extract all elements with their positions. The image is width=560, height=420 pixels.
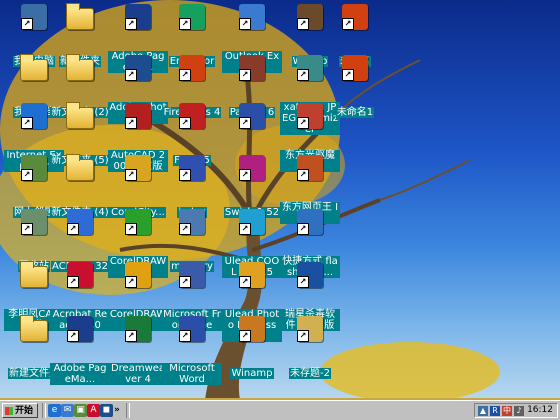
winzip-icon [297,4,323,30]
start-button[interactable]: 开始 [2,403,38,418]
cd-magic-icon [297,103,323,129]
winamp-icon [239,316,265,342]
memory-icon [179,209,205,235]
acdsee-icon [67,209,93,235]
coreldraw-10-icon [125,209,151,235]
adobe-pagemaker-icon [67,316,93,342]
taskbar: 开始 e ✉ ▣ A ◼ » ▲ R 中 ♪ 16:12 [0,400,560,420]
dreamweaver-icon [125,316,151,342]
new-folder-icon [66,3,94,30]
antivirus-tray-icon[interactable]: R [490,406,500,416]
desktop-icon-label: 未存题-2 [289,368,331,379]
desktop-icon-label: Microsoft Word [162,363,222,385]
acrobat-quicklaunch-icon[interactable]: A [87,404,100,417]
untitled-icon [342,4,368,30]
new-folder-5-icon [66,102,94,129]
desktop-icon[interactable]: Ulead COOL 3D 3.5 [222,209,282,278]
desktop-icon[interactable]: 新文件夹 (5) [50,102,110,166]
desktop-icon-label: 未命名1 [335,107,375,118]
new-folder-2-icon [66,54,94,81]
desktop-icon[interactable]: EnVector [162,4,222,67]
desktop-icon[interactable]: Dreamweaver 4 [108,316,168,385]
desktop-icon[interactable]: Acrobat Reader 4.0 [50,262,110,331]
desktop-icon[interactable]: ACDSee 32 [50,209,110,272]
desktop-icon-label: Dreamweaver 4 [108,363,168,385]
envector-icon [179,4,205,30]
fireworks-icon [179,55,205,81]
start-label: 开始 [15,406,34,416]
desktop-icon[interactable]: Microsoft FrontPage [162,262,222,331]
desktop-icon[interactable]: Microsoft Word [162,316,222,385]
recycle-bin-icon [21,209,47,235]
outlook-express-icon [239,4,265,30]
desktop-icon[interactable]: CorelCity... [108,155,168,218]
network-neighborhood-icon [21,155,47,181]
adobe-pagemaker-icon [125,4,151,30]
internet-explorer-icon [21,103,47,129]
show-desktop-icon[interactable]: ▣ [74,404,87,417]
jpeg-optimizer-icon [297,55,323,81]
acrobat-reader-icon [67,262,93,288]
index-icon [179,155,205,181]
photo-quicklaunch-icon[interactable]: ◼ [100,404,113,417]
rising-antivirus-icon [297,262,323,288]
ie-quicklaunch-icon[interactable]: e [48,404,61,417]
desktop-icon[interactable]: 未存题-2 [280,316,340,379]
desktop-icon[interactable]: Winamp [222,316,282,379]
new-folder-4-icon [66,154,94,181]
desktop: 我的电脑我的文档Internet Explorer网上邻居回收站李明凤CAD作业… [0,0,560,400]
desktop-icon[interactable]: 瑞星杀毒软件 2001版 [280,262,340,331]
coreldraw-9-icon [125,262,151,288]
desktop-icon[interactable]: CorelDRAW 10 [108,209,168,278]
untitled-2-icon [297,316,323,342]
desktop-icon-label: Winamp [230,368,274,379]
new-folder-icon [20,315,48,342]
desktop-icon[interactable]: rxx [222,103,282,166]
desktop-icon[interactable]: Swish 1.52 [222,155,282,218]
untitled-1-icon [342,55,368,81]
desktop-icon[interactable]: 新文件夹 [50,3,110,67]
desktop-icon[interactable]: 未命名 [325,4,385,67]
taskbar-separator [126,403,130,418]
adobe-photoshop-icon [125,55,151,81]
desktop-icon[interactable]: CorelDRAW 9 [108,262,168,331]
swish-icon [239,155,265,181]
desktop-icon[interactable]: memory [162,209,222,272]
ulead-photo-express-icon [239,262,265,288]
my-computer-icon [21,4,47,30]
desktop-icon[interactable]: 快捷方式 flashempi... [280,209,340,278]
desktop-icon[interactable]: Adobe PageMa... [50,316,110,385]
outlook-quicklaunch-icon[interactable]: ✉ [61,404,74,417]
my-documents-icon [20,54,48,81]
rxx-word-doc-icon [239,103,265,129]
autocad-icon [125,103,151,129]
ulead-cool3d-icon [239,209,265,235]
desktop-icon[interactable]: Flash 5 [162,103,222,166]
taskbar-separator [42,403,46,418]
painter-icon [239,55,265,81]
word-icon [179,316,205,342]
desktop-icon[interactable]: 东方网页王 III [280,155,340,224]
network-tray-icon[interactable]: ▲ [478,406,488,416]
flash-icon [179,103,205,129]
web-king-icon [297,155,323,181]
ime-tray-icon[interactable]: 中 [502,406,512,416]
quicklaunch-chevron[interactable]: » [114,404,120,417]
desktop-icon-label: Adobe PageMa... [50,363,110,385]
desktop-icon[interactable]: 新文件夹 (4) [50,154,110,218]
desktop-icon[interactable]: Outlook Express [222,4,282,73]
desktop-icon[interactable]: index [162,155,222,218]
system-tray: ▲ R 中 ♪ 16:12 [474,403,558,418]
frontpage-icon [179,262,205,288]
volume-tray-icon[interactable]: ♪ [514,406,524,416]
folder-cad-homework-icon [20,261,48,288]
desktop-icon[interactable]: AutoCAD 2000中文版 [108,103,168,172]
desktop-icon[interactable]: Adobe PageMa... [108,4,168,73]
flashempire-shortcut-icon [297,209,323,235]
desktop-icon[interactable]: Ulead Photo Express 3.0 [222,262,282,342]
corel-city-icon [125,155,151,181]
desktop-icon[interactable]: 未命名1 [325,55,385,118]
clock[interactable]: 16:12 [527,404,553,417]
